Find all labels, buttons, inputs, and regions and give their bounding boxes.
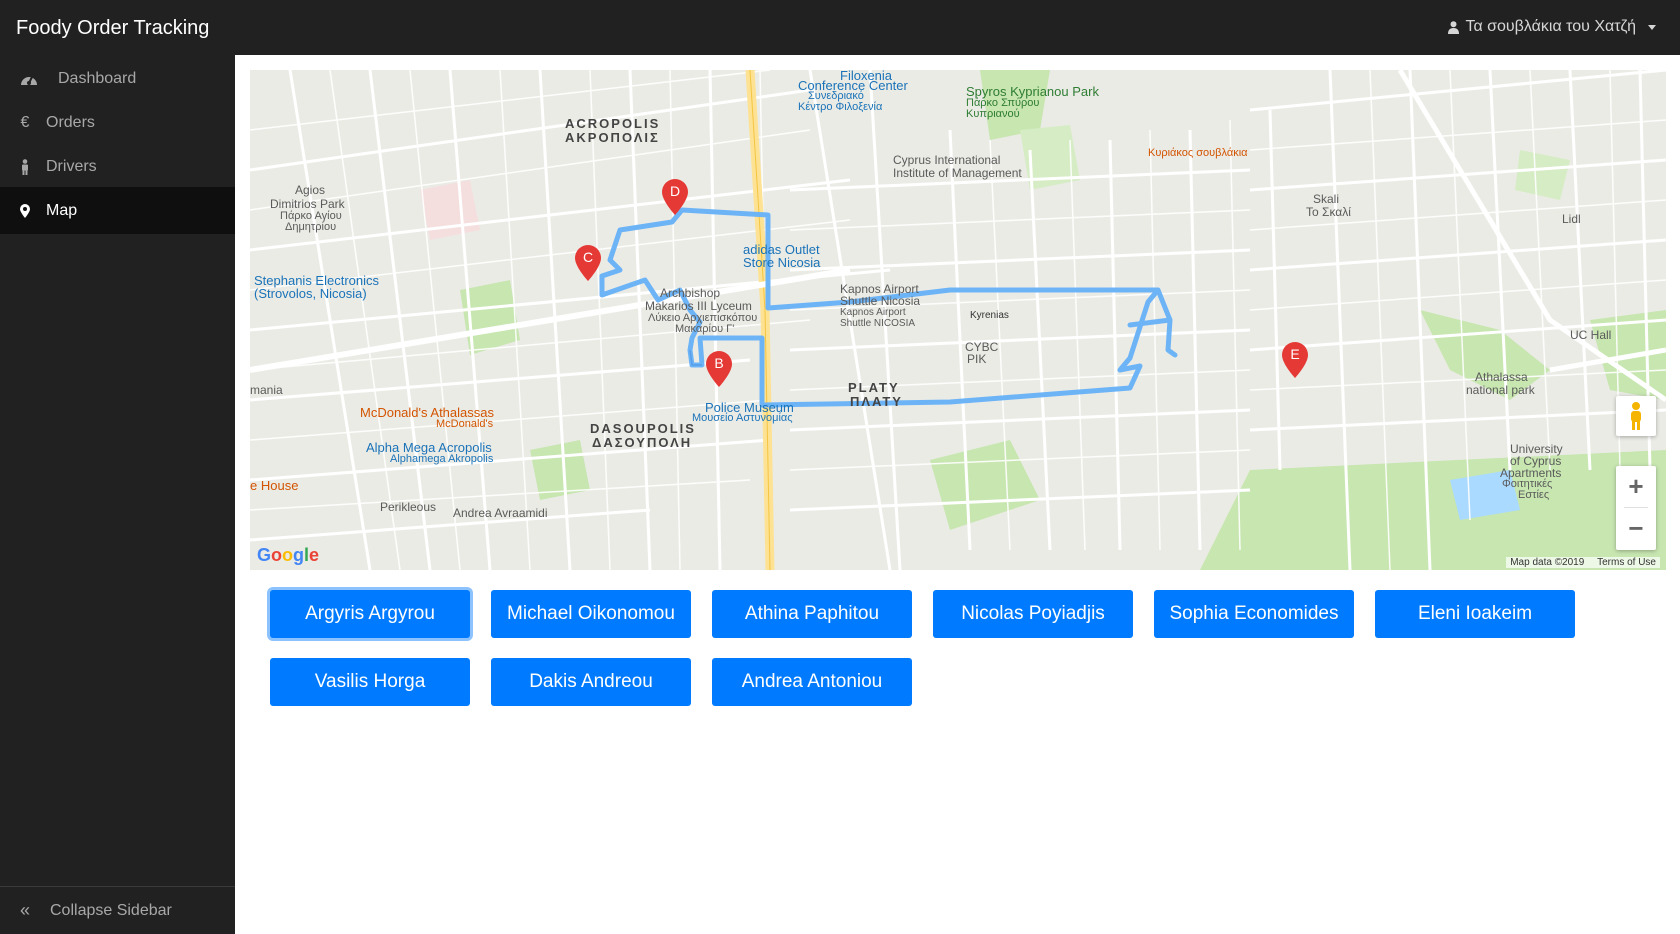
user-name: Τα σουβλάκια του Χατζή [1465,18,1636,35]
map-label-house: e House [250,478,299,493]
map-label-police-gr: Μουσείο Αστυνομίας [692,412,793,424]
terms-of-use-link[interactable]: Terms of Use [1597,557,1656,568]
map-label-dimitrios-gr2: Δημητρίου [285,221,337,233]
map-label-rik: PIK [967,352,987,366]
route-map[interactable]: ACROPOLIS ΑΚΡΟΠΟΛΙΣ DASOUPOLIS ΔΑΣΟΥΠΟΛΗ… [250,70,1666,570]
map-label-cim: Cyprus International [893,153,1001,167]
map-label-platy: PLATY [848,380,900,395]
map-label-acropolis-gr: ΑΚΡΟΠΟΛΙΣ [565,130,660,145]
driver-button[interactable]: Argyris Argyrou [270,590,470,638]
map-label-mcdonalds-gr: McDonald's [436,418,494,430]
map-label-archbishop: Archbishop [660,286,721,300]
map-marker-e[interactable]: E [1282,342,1308,378]
driver-button[interactable]: Eleni Ioakeim [1375,590,1575,638]
pegman-icon [1631,402,1641,430]
driver-button[interactable]: Michael Oikonomou [491,590,691,638]
zoom-out-button[interactable]: − [1616,508,1656,548]
map-label-makariou: Μακαρίου Γ' [675,323,735,335]
map-label-kapnos4: Shuttle NICOSIA [840,318,916,329]
sidebar-item-map[interactable]: Map [0,187,235,234]
map-marker-icon [16,202,34,220]
map-attribution: Map data ©2019 Terms of Use [1506,557,1660,568]
user-menu[interactable]: Τα σουβλάκια του Χατζή [1448,18,1656,36]
zoom-in-button[interactable]: + [1616,466,1656,506]
map-label-kapnos2: Shuttle Nicosia [840,294,921,308]
map-label-dasoupolis-gr: ΔΑΣΟΥΠΟΛΗ [592,435,693,450]
map-label-perikleous: Perikleous [380,500,437,514]
map-label-kyriakos: Κυριάκος σουβλάκια [1148,147,1248,159]
driver-button[interactable]: Sophia Economides [1154,590,1354,638]
driver-button[interactable]: Dakis Andreou [491,658,691,706]
map-label-kapnos3: Kapnos Airport [840,307,906,318]
driver-button[interactable]: Andrea Antoniou [712,658,912,706]
map-label-makarios: Makarios III Lyceum [645,299,752,313]
map-marker-c[interactable]: C [575,245,601,281]
map-label-skali: Skali [1313,192,1340,206]
map-label-athalassa: Athalassa [1475,370,1528,384]
sidebar-item-label: Dashboard [58,69,137,87]
zoom-controls: + − [1616,466,1656,550]
google-logo[interactable]: Google [257,545,319,566]
map-marker-b[interactable]: B [706,351,732,387]
map-label-uchall: UC Hall [1570,328,1612,342]
sidebar-item-label: Map [46,201,78,219]
map-label-dasoupolis: DASOUPOLIS [590,421,696,436]
sidebar: Dashboard € Orders Drivers Map « Collaps… [0,55,235,934]
map-label-athalassa2: national park [1466,383,1535,397]
map-label-platy-gr: ΠΛΑΤΥ [850,394,903,409]
euro-icon: € [20,113,30,131]
collapse-sidebar-button[interactable]: « Collapse Sidebar [0,886,235,934]
double-chevron-left-icon: « [20,900,31,920]
user-icon [1448,20,1460,34]
sidebar-item-orders[interactable]: € Orders [0,99,235,146]
map-marker-d[interactable]: D [662,179,688,215]
map-label-kyrenias: Kyrenias [970,310,1009,321]
marker-label: E [1290,346,1300,362]
map-label-lidl: Lidl [1562,212,1581,226]
map-label-skali-gr: Το Σκαλί [1306,205,1351,219]
sidebar-item-dashboard[interactable]: Dashboard [0,55,235,102]
top-navbar: Foody Order Tracking Τα σουβλάκια του Χα… [0,0,1680,55]
sidebar-item-drivers[interactable]: Drivers [0,143,235,190]
map-label-strovolos: (Strovolos, Nicosia) [254,286,367,301]
person-icon [16,158,34,176]
tachometer-icon [20,70,38,88]
map-label-kyprianou-gr2: Κυπριανού [966,108,1020,120]
map-label-cim2: Institute of Management [893,166,1022,180]
driver-button[interactable]: Nicolas Poyiadjis [933,590,1133,638]
sidebar-item-label: Drivers [46,157,97,175]
map-label-acropolis: ACROPOLIS [565,116,661,131]
map-label-conference-gr2: Κέντρο Φιλοξενία [798,101,883,113]
map-label-mania: mania [250,383,283,397]
map-label-alphamega2: Alphamega Akropolis [390,453,494,465]
map-label-ucyprus5: Εστίες [1518,489,1550,501]
marker-label: B [714,355,724,371]
map-label-andrea: Andrea Avraamidi [453,506,548,520]
map-label-adidas2: Store Nicosia [743,255,821,270]
driver-button[interactable]: Athina Paphitou [712,590,912,638]
marker-label: C [582,249,594,265]
driver-button[interactable]: Vasilis Horga [270,658,470,706]
map-data-text: Map data ©2019 [1510,557,1585,568]
app-title[interactable]: Foody Order Tracking [16,17,209,40]
sidebar-item-label: Orders [46,113,95,131]
marker-label: D [669,183,681,199]
map-label-dimitrios: Dimitrios Park [270,197,345,211]
collapse-sidebar-label: Collapse Sidebar [50,901,172,919]
map-label-agios: Agios [295,183,326,197]
map-tiles [250,70,1666,570]
chevron-down-icon [1648,24,1656,30]
street-view-pegman[interactable] [1616,396,1656,436]
